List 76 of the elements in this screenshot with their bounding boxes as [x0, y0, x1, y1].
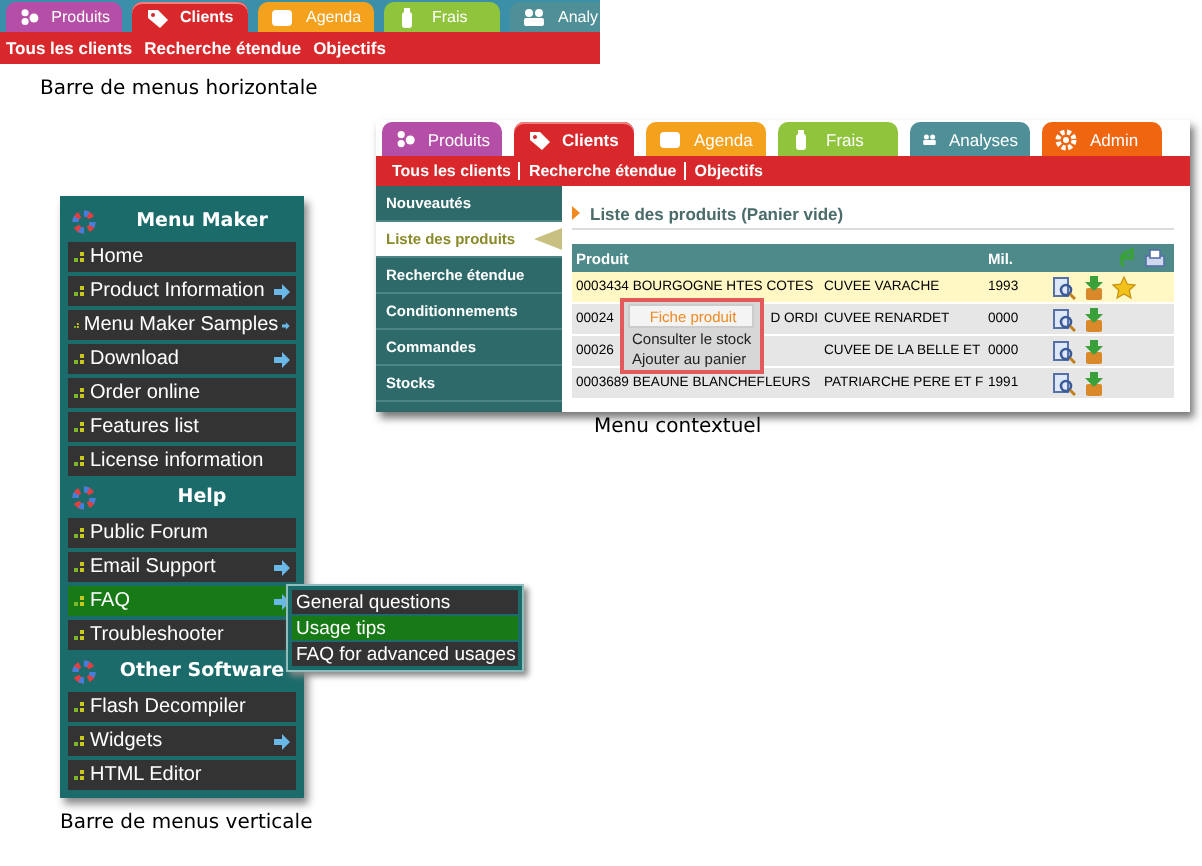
menu-item[interactable]: Features list — [68, 412, 296, 442]
star-icon[interactable] — [1112, 275, 1136, 299]
dots-icon — [74, 285, 86, 297]
arrow-right-icon — [282, 317, 290, 333]
dots-icon — [74, 455, 86, 467]
gear-icon — [1054, 127, 1078, 151]
calendar-icon — [658, 127, 682, 151]
menu-tab[interactable]: Produits — [6, 2, 122, 32]
caption: Barre de menus verticale — [60, 812, 313, 834]
people-icon — [18, 5, 40, 29]
arrow-box-icon[interactable] — [1082, 307, 1106, 331]
users-icon — [522, 5, 546, 29]
caption: Barre de menus horizontale — [40, 78, 318, 100]
submenu-item[interactable]: General questions — [292, 590, 518, 614]
arrow-right-icon — [274, 351, 290, 367]
arrow-right-icon — [274, 283, 290, 299]
calendar-icon — [270, 5, 294, 29]
menu-link[interactable]: Recherche étendue — [144, 38, 302, 58]
menu-item[interactable]: Download — [68, 344, 296, 374]
menu-link[interactable]: Tous les clients — [384, 162, 519, 180]
tag-icon — [526, 127, 550, 151]
submenu-item[interactable]: FAQ for advanced usages — [292, 642, 518, 666]
caption: Menu contextuel — [594, 416, 762, 438]
menu-tab[interactable]: Analy — [510, 2, 600, 32]
menu-item[interactable]: Widgets — [68, 726, 296, 756]
menu-tab[interactable]: Admin — [1042, 122, 1162, 156]
people-icon — [394, 127, 416, 151]
triangle-icon — [572, 206, 580, 220]
menu-heading: Help — [175, 486, 229, 508]
submenu-item[interactable]: Usage tips — [292, 616, 518, 640]
menu-link[interactable]: Tous les clients — [6, 38, 133, 58]
menu-item[interactable]: Email Support — [68, 552, 296, 582]
magnifier-icon[interactable] — [1052, 275, 1076, 299]
menu-tab[interactable]: Clients — [132, 2, 248, 32]
magnifier-icon[interactable] — [1052, 371, 1076, 395]
ring-icon — [72, 485, 96, 509]
dots-icon — [74, 353, 86, 365]
menu-heading: Other Software — [117, 660, 287, 682]
dots-icon — [74, 561, 86, 573]
dots-icon — [74, 629, 86, 641]
ring-icon — [72, 209, 96, 233]
magnifier-icon[interactable] — [1052, 307, 1076, 331]
menu-item[interactable]: HTML Editor — [68, 760, 296, 790]
tag-icon — [144, 5, 168, 29]
menu-tab[interactable]: Clients — [514, 122, 634, 156]
dots-icon — [74, 527, 86, 539]
printer-icon[interactable] — [1144, 247, 1166, 269]
arrow-box-icon[interactable] — [1082, 275, 1106, 299]
dots-icon — [74, 421, 86, 433]
dots-icon — [74, 701, 86, 713]
magnifier-icon[interactable] — [1052, 339, 1076, 363]
ring-icon — [72, 659, 96, 683]
dots-icon — [74, 735, 86, 747]
menu-item[interactable]: License information — [68, 446, 296, 476]
menu-heading: Menu Maker — [134, 210, 270, 232]
menu-link[interactable]: Objectifs — [684, 162, 771, 180]
menu-item[interactable]: Order online — [68, 378, 296, 408]
menu-item[interactable]: Home — [68, 242, 296, 272]
dots-icon — [74, 251, 86, 263]
dots-icon — [74, 387, 86, 399]
menu-link[interactable]: Recherche étendue — [518, 162, 685, 180]
menu-tab[interactable]: Analyses — [910, 122, 1030, 156]
menu-item[interactable]: Product Information — [68, 276, 296, 306]
section-title: Liste des produits (Panier vide) — [590, 203, 844, 223]
arrow-right-icon — [274, 733, 290, 749]
dots-icon — [74, 769, 86, 781]
arrow-box-icon[interactable] — [1082, 339, 1106, 363]
dots-icon — [74, 595, 86, 607]
pointer-icon — [534, 228, 562, 250]
arrow-right-icon — [274, 559, 290, 575]
menu-item[interactable]: Public Forum — [68, 518, 296, 548]
arrow-box-icon[interactable] — [1082, 371, 1106, 395]
menu-tab[interactable]: Produits — [382, 122, 502, 156]
menu-item[interactable]: Menu Maker Samples — [68, 310, 296, 340]
menu-link[interactable]: Objectifs — [313, 38, 386, 58]
menu-item[interactable]: Flash Decompiler — [68, 692, 296, 722]
